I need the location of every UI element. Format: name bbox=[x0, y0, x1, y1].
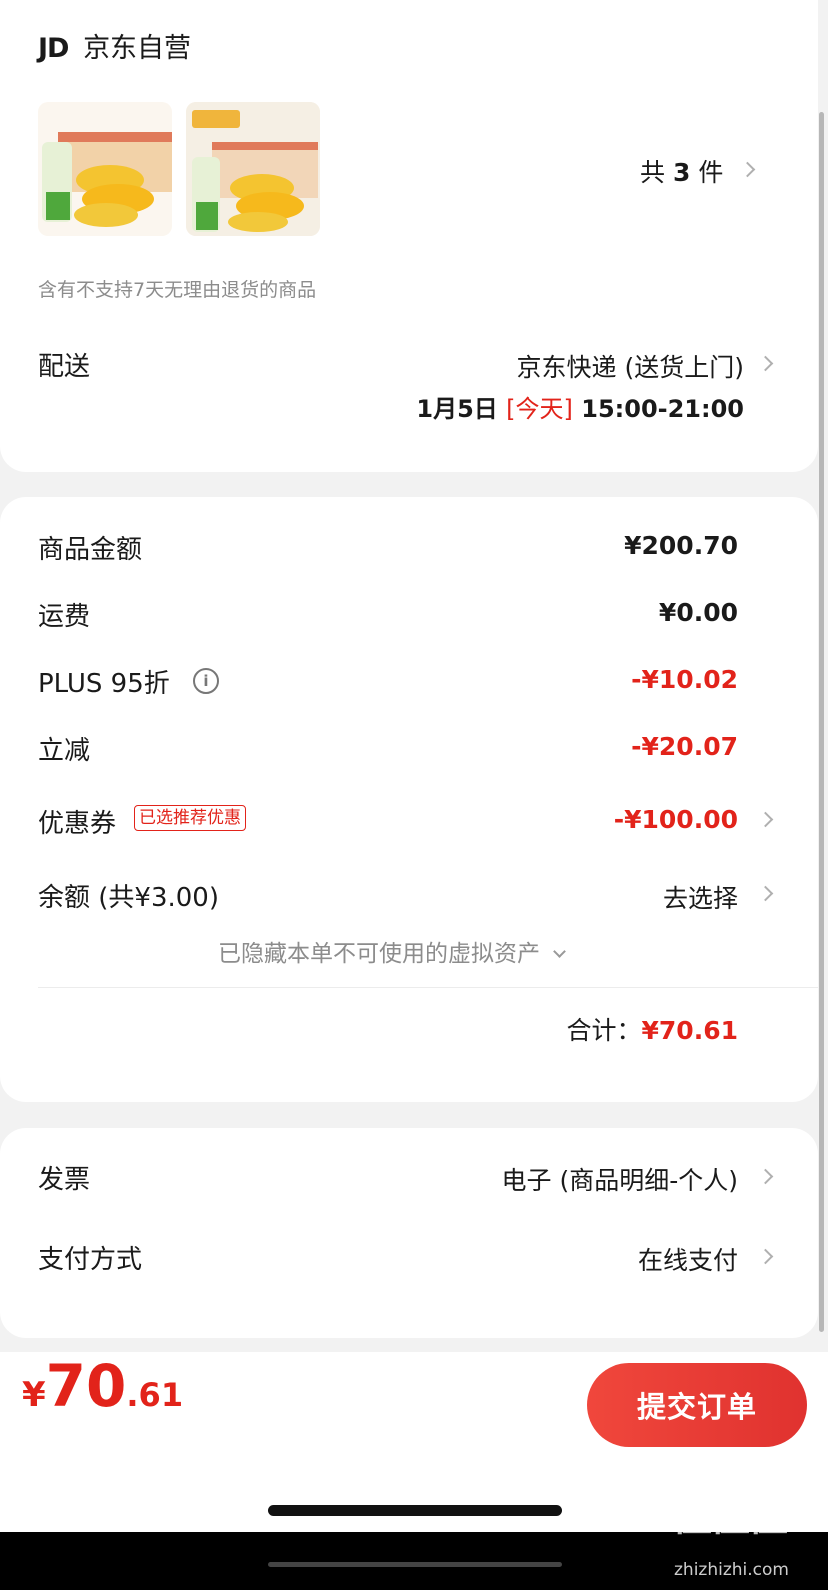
product-count-suffix: 件 bbox=[698, 158, 724, 187]
order-total-label: 合计： bbox=[566, 1016, 642, 1045]
order-total: 合计：¥70.61 bbox=[567, 1011, 739, 1047]
plus-discount-value: -¥10.02 bbox=[631, 665, 738, 694]
payable-amount: ¥70.61 bbox=[22, 1352, 183, 1420]
goods-amount-label: 商品金额 bbox=[38, 535, 143, 565]
shipping-label: 运费 bbox=[38, 602, 91, 632]
submit-order-button[interactable]: 提交订单 bbox=[587, 1363, 807, 1447]
corn-product-image-1 bbox=[42, 132, 172, 227]
balance-select[interactable]: 去选择 bbox=[663, 879, 738, 915]
shipping-value: ¥0.00 bbox=[658, 598, 738, 627]
plus-discount-label: PLUS 95折 bbox=[38, 669, 170, 699]
payable-currency: ¥ bbox=[22, 1375, 46, 1415]
product-count-number: 3 bbox=[672, 158, 691, 187]
shop-header: JD 京东自营 bbox=[38, 26, 191, 65]
invoice-value[interactable]: 电子 (商品明细-个人) bbox=[502, 1161, 738, 1197]
invoice-payment-card bbox=[0, 1128, 818, 1338]
delivery-timeslot: 15:00-21:00 bbox=[581, 395, 744, 423]
delivery-today-tag: [今天] bbox=[506, 395, 573, 423]
delivery-method[interactable]: 京东快递 (送货上门) bbox=[517, 348, 744, 384]
invoice-label: 发票 bbox=[38, 1165, 91, 1195]
jd-logo: JD bbox=[38, 33, 69, 64]
balance-label: 余额 (共¥3.00) bbox=[38, 883, 219, 913]
corn-product-image-2 bbox=[186, 102, 320, 236]
delivery-label: 配送 bbox=[38, 352, 91, 382]
divider bbox=[38, 987, 818, 988]
return-notice: 含有不支持7天无理由退货的商品 bbox=[38, 279, 317, 301]
watermark-url: zhizhizhi.com bbox=[674, 1560, 789, 1580]
product-count[interactable]: 共 3 件 bbox=[640, 153, 723, 189]
hidden-assets-text: 已隐藏本单不可使用的虚拟资产 bbox=[218, 941, 540, 967]
order-total-value: ¥70.61 bbox=[641, 1016, 738, 1045]
payable-integer: 70 bbox=[45, 1352, 127, 1420]
watermark-logo: 值值值 bbox=[672, 1494, 788, 1540]
product-thumbnail-1[interactable] bbox=[38, 102, 172, 236]
instant-discount-value: -¥20.07 bbox=[631, 732, 738, 761]
coupon-recommended-badge: 已选推荐优惠 bbox=[134, 805, 246, 831]
instant-discount-label: 立减 bbox=[38, 736, 91, 766]
delivery-time: 1月5日 [今天] 15:00-21:00 bbox=[416, 389, 744, 424]
product-thumbnail-2[interactable] bbox=[186, 102, 320, 236]
delivery-date: 1月5日 bbox=[416, 395, 498, 423]
goods-amount-value: ¥200.70 bbox=[624, 531, 738, 560]
chevron-down-icon bbox=[553, 945, 567, 958]
product-count-prefix: 共 bbox=[640, 158, 666, 187]
info-icon[interactable]: i bbox=[193, 668, 219, 694]
home-indicator bbox=[268, 1505, 562, 1516]
strip-line bbox=[268, 1562, 562, 1567]
scrollbar[interactable] bbox=[819, 112, 824, 1332]
coupon-label: 优惠券 bbox=[38, 809, 117, 839]
payment-method-label: 支付方式 bbox=[38, 1245, 143, 1275]
payable-decimal: .61 bbox=[126, 1376, 184, 1414]
payment-method-value[interactable]: 在线支付 bbox=[638, 1241, 738, 1277]
hidden-assets-toggle[interactable]: 已隐藏本单不可使用的虚拟资产 bbox=[218, 934, 567, 968]
coupon-value[interactable]: -¥100.00 bbox=[614, 805, 738, 834]
shop-name: 京东自营 bbox=[83, 33, 192, 64]
